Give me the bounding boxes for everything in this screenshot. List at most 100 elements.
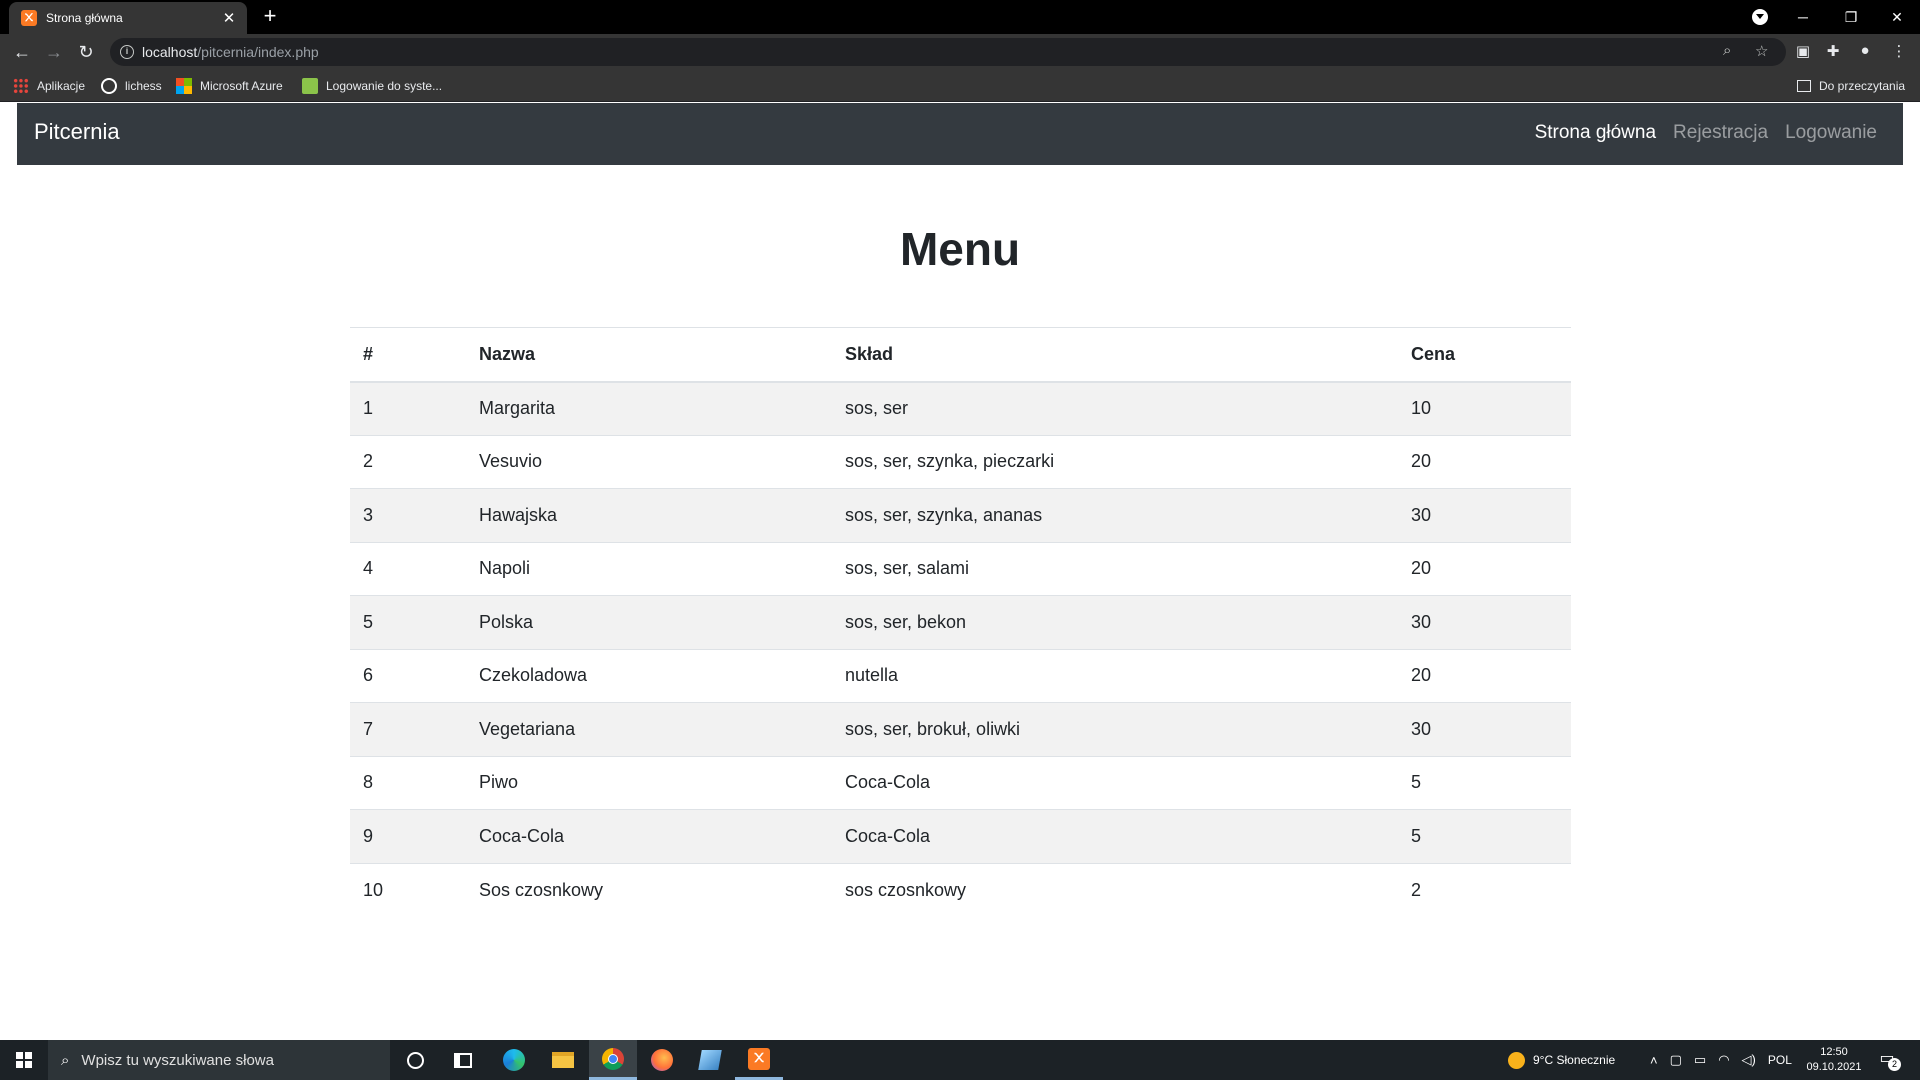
task-view-icon bbox=[454, 1052, 472, 1068]
volume-icon[interactable]: ◁) bbox=[1742, 1052, 1756, 1068]
cell-price: 10 bbox=[1398, 381, 1571, 435]
battery-icon[interactable]: ▭ bbox=[1694, 1052, 1706, 1068]
tab-title: Strona główna bbox=[46, 11, 123, 25]
cell-number: 4 bbox=[350, 541, 466, 596]
bookmark-label: Microsoft Azure bbox=[200, 79, 283, 93]
folder-icon bbox=[552, 1052, 574, 1068]
cell-ingredients: Coca-Cola bbox=[832, 809, 1398, 863]
cell-name: Czekoladowa bbox=[466, 648, 832, 703]
new-tab-button[interactable]: + bbox=[258, 4, 282, 28]
nav-link-logowanie[interactable]: Logowanie bbox=[1785, 122, 1877, 144]
table-row: 9 Coca-Cola Coca-Cola 5 bbox=[350, 809, 1571, 863]
task-view-button[interactable] bbox=[439, 1040, 487, 1080]
profile-avatar-icon[interactable]: ● bbox=[1855, 42, 1875, 62]
cell-price: 2 bbox=[1398, 862, 1571, 917]
close-window-button[interactable]: ✕ bbox=[1874, 0, 1920, 34]
cell-ingredients: sos, ser, brokuł, oliwki bbox=[832, 702, 1398, 756]
taskbar-search-input[interactable]: ⌕ Wpisz tu wyszukiwane słowa bbox=[48, 1040, 390, 1080]
start-button[interactable] bbox=[0, 1040, 48, 1080]
cortana-button[interactable] bbox=[391, 1040, 439, 1080]
windows-taskbar: ⌕ Wpisz tu wyszukiwane słowa ᙭ 9°C Słone… bbox=[0, 1040, 1920, 1080]
search-icon: ⌕ bbox=[61, 1051, 70, 1069]
taskbar-clock[interactable]: 12:50 09.10.2021 bbox=[1800, 1045, 1868, 1075]
bookmark-microsoft-azure[interactable]: Microsoft Azure bbox=[176, 77, 283, 95]
taskbar-file-explorer[interactable] bbox=[539, 1040, 587, 1080]
cell-name: Piwo bbox=[466, 755, 832, 810]
extensions-puzzle-icon[interactable]: ✚ bbox=[1823, 42, 1843, 62]
table-row: 2 Vesuvio sos, ser, szynka, pieczarki 20 bbox=[350, 434, 1571, 489]
language-indicator[interactable]: POL bbox=[1768, 1053, 1792, 1067]
cell-ingredients: nutella bbox=[832, 648, 1398, 703]
table-row: 7 Vegetariana sos, ser, brokuł, oliwki 30 bbox=[350, 702, 1571, 756]
clock-time: 12:50 bbox=[1820, 1046, 1848, 1058]
cell-number: 5 bbox=[350, 595, 466, 649]
address-bar[interactable]: i localhost/pitcernia/index.php ⌕ ☆ bbox=[110, 38, 1786, 66]
show-hidden-icons-chevron-icon[interactable]: ˄ bbox=[1650, 1053, 1658, 1068]
taskbar-xampp[interactable]: ᙭ bbox=[735, 1040, 783, 1080]
browser-menu-icon[interactable]: ⋮ bbox=[1889, 42, 1909, 62]
table-row: 8 Piwo Coca-Cola 5 bbox=[350, 755, 1571, 810]
cell-price: 20 bbox=[1398, 434, 1571, 489]
restore-window-button[interactable]: ❐ bbox=[1828, 0, 1874, 34]
cell-name: Polska bbox=[466, 595, 832, 649]
browser-toolbar: ← → ↻ i localhost/pitcernia/index.php ⌕ … bbox=[0, 34, 1920, 70]
navbar-brand[interactable]: Pitcernia bbox=[34, 119, 120, 145]
table-row: 4 Napoli sos, ser, salami 20 bbox=[350, 541, 1571, 596]
system-tray-icons: ˄ ▢ ▭ ◠ ◁) POL bbox=[1650, 1040, 1792, 1080]
cortana-circle-icon bbox=[406, 1051, 424, 1069]
taskbar-edge[interactable] bbox=[490, 1040, 538, 1080]
back-arrow-icon[interactable]: ← bbox=[10, 40, 34, 64]
bookmark-aplikacje[interactable]: Aplikacje bbox=[13, 77, 85, 95]
site-navbar: Pitcernia Strona główna Rejestracja Logo… bbox=[17, 103, 1903, 165]
notes-app-icon bbox=[698, 1050, 722, 1070]
bookmark-star-icon[interactable]: ☆ bbox=[1755, 42, 1768, 60]
reading-list-button[interactable]: Do przeczytania bbox=[1797, 77, 1905, 95]
tab-search-icon[interactable] bbox=[1752, 9, 1768, 25]
cell-number: 3 bbox=[350, 488, 466, 542]
navbar-links: Strona główna Rejestracja Logowanie bbox=[1535, 122, 1877, 144]
taskbar-chrome[interactable] bbox=[589, 1040, 637, 1080]
nav-link-rejestracja[interactable]: Rejestracja bbox=[1673, 122, 1768, 144]
minimize-window-button[interactable]: ─ bbox=[1780, 0, 1826, 34]
cell-ingredients: sos, ser, szynka, ananas bbox=[832, 488, 1398, 542]
xampp-favicon-icon: ᙭ bbox=[21, 10, 37, 26]
table-row: 3 Hawajska sos, ser, szynka, ananas 30 bbox=[350, 488, 1571, 542]
weather-text: 9°C Słonecznie bbox=[1533, 1053, 1616, 1067]
column-header-name: Nazwa bbox=[466, 327, 832, 383]
table-header-row: # Nazwa Skład Cena bbox=[350, 327, 1571, 383]
network-icon[interactable]: ◠ bbox=[1718, 1052, 1729, 1068]
url-text: localhost/pitcernia/index.php bbox=[142, 44, 319, 60]
zoom-icon[interactable]: ⌕ bbox=[1723, 42, 1731, 59]
taskbar-notes-app[interactable] bbox=[686, 1040, 734, 1080]
cell-price: 5 bbox=[1398, 809, 1571, 863]
bookmark-label: Logowanie do syste... bbox=[326, 79, 443, 93]
menu-table: # Nazwa Skład Cena 1 Margarita sos, ser 10 2… bbox=[350, 327, 1571, 917]
apps-grid-icon bbox=[13, 78, 29, 94]
firefox-icon bbox=[651, 1049, 673, 1071]
notification-center-button[interactable]: ▭ 2 bbox=[1876, 1048, 1901, 1071]
extension-flag-icon[interactable]: ▣ bbox=[1793, 42, 1813, 62]
cell-name: Vesuvio bbox=[466, 434, 832, 489]
page-title: Menu bbox=[899, 223, 1021, 275]
cell-ingredients: sos, ser, szynka, pieczarki bbox=[832, 434, 1398, 489]
browser-tab-active[interactable]: ᙭ Strona główna ✕ bbox=[9, 2, 247, 34]
forward-arrow-icon[interactable]: → bbox=[42, 40, 66, 64]
close-tab-icon[interactable]: ✕ bbox=[219, 9, 239, 27]
cell-price: 30 bbox=[1398, 488, 1571, 542]
microsoft-icon bbox=[176, 78, 192, 94]
reload-icon[interactable]: ↻ bbox=[74, 40, 98, 64]
taskbar-firefox[interactable] bbox=[638, 1040, 686, 1080]
cell-price: 30 bbox=[1398, 702, 1571, 756]
table-row: 6 Czekoladowa nutella 20 bbox=[350, 648, 1571, 703]
nav-link-strona-glowna[interactable]: Strona główna bbox=[1535, 122, 1656, 144]
bookmark-logowanie[interactable]: Logowanie do syste... bbox=[302, 77, 442, 95]
cell-price: 20 bbox=[1398, 541, 1571, 596]
bookmark-label: Aplikacje bbox=[37, 79, 86, 93]
site-info-icon[interactable]: i bbox=[120, 45, 134, 59]
bookmark-lichess[interactable]: lichess bbox=[101, 77, 162, 95]
sun-weather-icon bbox=[1508, 1051, 1525, 1069]
device-icon[interactable]: ▢ bbox=[1670, 1052, 1682, 1068]
weather-widget[interactable]: 9°C Słonecznie bbox=[1508, 1040, 1615, 1080]
edge-icon bbox=[503, 1049, 525, 1071]
cell-number: 8 bbox=[350, 755, 466, 810]
